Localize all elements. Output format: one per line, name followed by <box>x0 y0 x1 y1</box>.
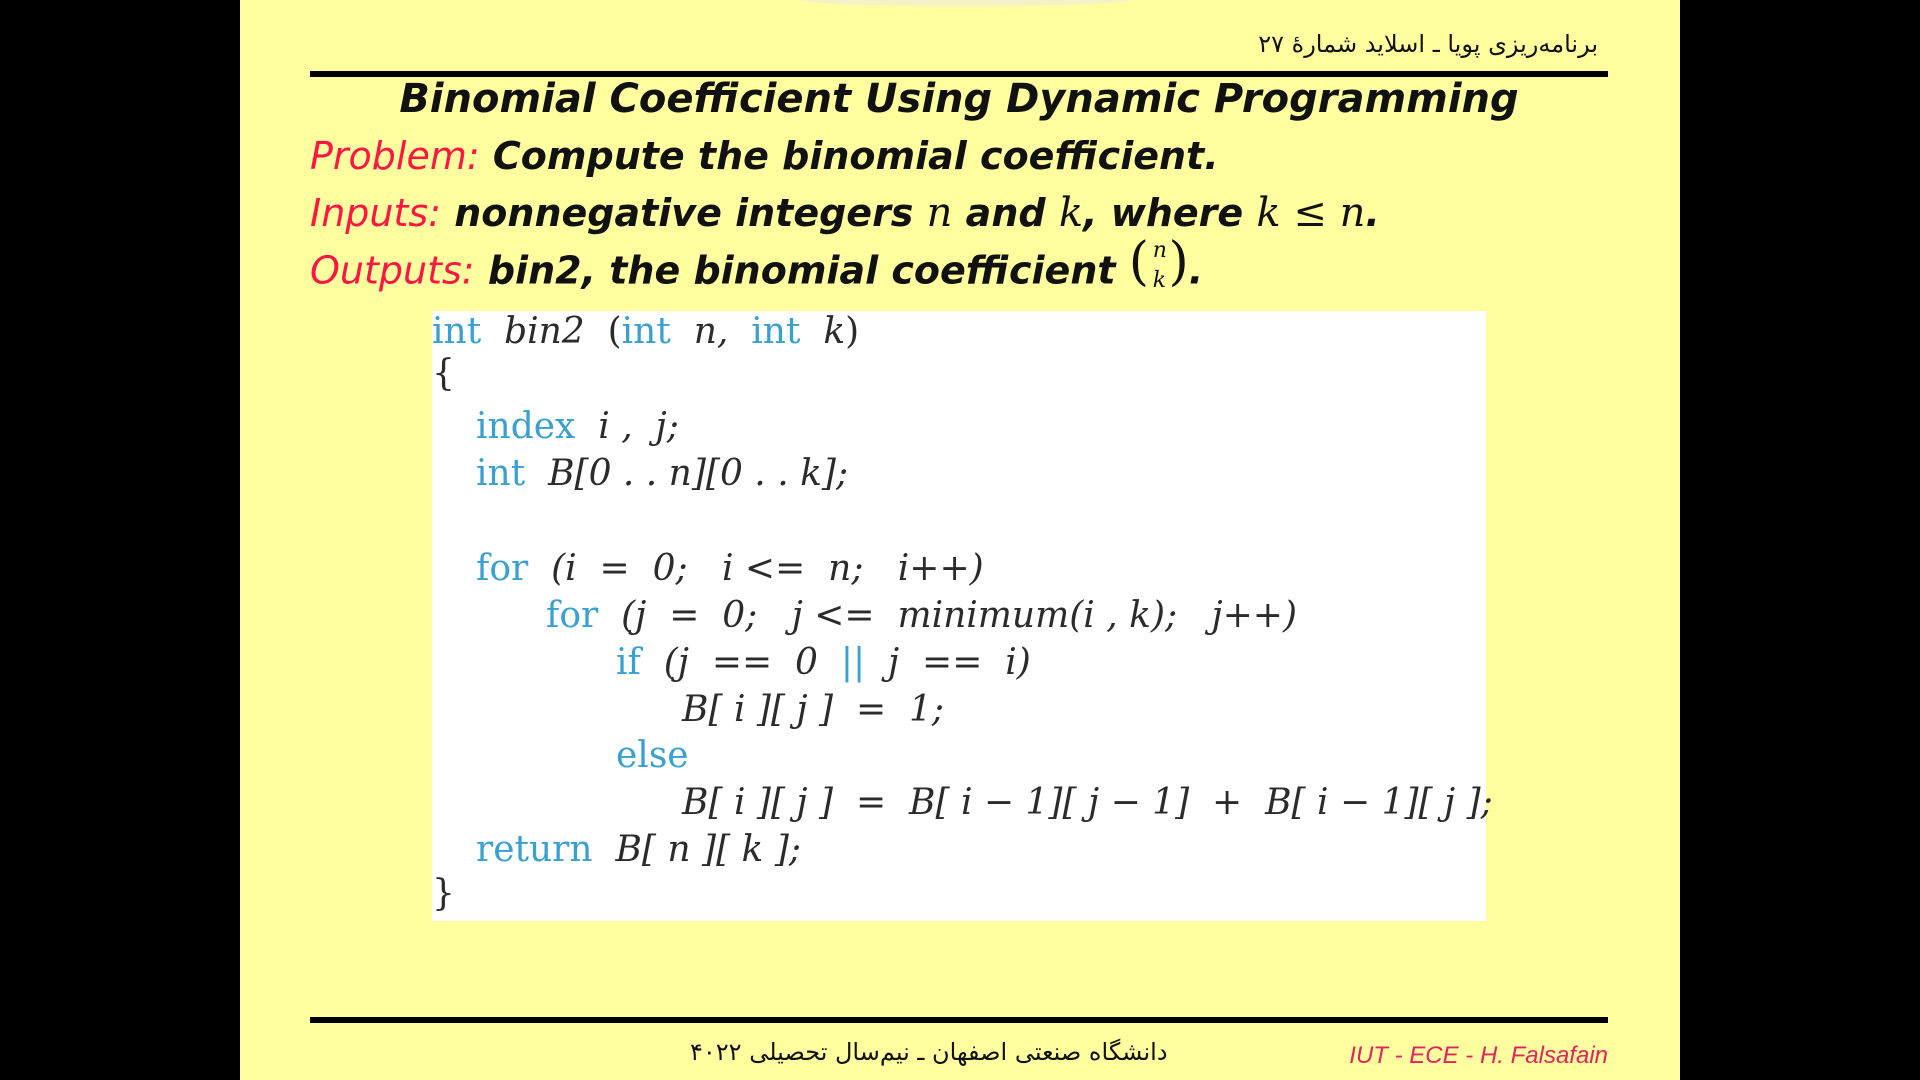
inputs-text-3: , where <box>1083 191 1244 235</box>
problem-label: Problem: <box>310 134 480 178</box>
inputs-condition: k ≤ n <box>1256 190 1366 236</box>
code-assign-sum: B[ i ][ j ] = B[ i − 1][ j − 1] + B[ i −… <box>682 782 1493 823</box>
slide: برنامه‌ریزی پویا ـ اسلاید شمارهٔ ۲۷ Bino… <box>240 0 1680 1080</box>
binomial-bottom: k <box>1152 268 1167 293</box>
binomial-symbol: ( n k ) <box>1129 232 1189 298</box>
outputs-end: . <box>1188 248 1204 293</box>
footer-divider <box>310 1017 1608 1023</box>
code-if: if (j == 0 || j == i) <box>616 642 1031 683</box>
top-glow <box>800 0 1130 6</box>
code-index-decl: index i , j; <box>476 406 679 447</box>
outputs-line: Outputs: bin2, the binomial coefficient … <box>310 232 1204 298</box>
slide-header: برنامه‌ریزی پویا ـ اسلاید شمارهٔ ۲۷ <box>1258 30 1598 58</box>
binomial-top: n <box>1152 238 1167 263</box>
inputs-text-2: and <box>965 191 1046 235</box>
code-array-decl: int B[0 . . n][0 . . k]; <box>476 453 849 494</box>
inputs-line: Inputs: nonnegative integers n and k, wh… <box>310 190 1380 236</box>
code-return: return B[ n ][ k ]; <box>476 829 801 870</box>
code-block: int bin2 (int n, int k) { index i , j; i… <box>432 311 1493 921</box>
inputs-label: Inputs: <box>310 191 441 235</box>
slide-title: Binomial Coefficient Using Dynamic Progr… <box>399 76 1519 122</box>
inputs-end: . <box>1365 191 1380 235</box>
inputs-var-n: n <box>926 190 953 236</box>
problem-text: Compute the binomial coefficient. <box>492 134 1219 178</box>
code-open-brace: { <box>432 353 455 394</box>
inputs-var-k: k <box>1058 190 1084 236</box>
code-close-brace: } <box>432 873 455 914</box>
footer-credit: IUT - ECE - H. Falsafain <box>1349 1042 1608 1069</box>
code-else: else <box>616 735 689 776</box>
code-inner-for: for (j = 0; j <= minimum(i , k); j++) <box>546 595 1297 636</box>
outputs-text: bin2, the binomial coefficient <box>487 248 1116 293</box>
code-assign-one: B[ i ][ j ] = 1; <box>682 689 945 730</box>
outputs-label: Outputs: <box>310 248 475 293</box>
problem-line: Problem: Compute the binomial coefficien… <box>310 134 1219 178</box>
code-signature: int bin2 (int n, int k) <box>432 311 860 352</box>
inputs-text-1: nonnegative integers <box>454 191 914 235</box>
footer-university: دانشگاه صنعتی اصفهان ـ نیم‌سال تحصیلی ۴۰… <box>690 1038 1168 1066</box>
binomial-left-paren: ( <box>1128 232 1150 292</box>
code-outer-for: for (i = 0; i <= n; i++) <box>476 548 984 589</box>
binomial-right-paren: ) <box>1168 232 1189 292</box>
